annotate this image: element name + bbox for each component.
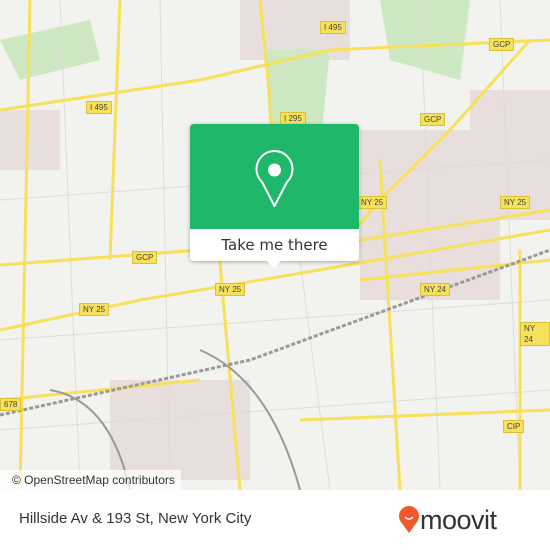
moovit-logo[interactable]: moovit — [398, 500, 497, 540]
road-label-gcp: GCP — [132, 251, 158, 264]
road-label-ny25: NY 25 — [357, 196, 388, 209]
road-label-ny25: NY 25 — [215, 283, 246, 296]
popup-pointer — [266, 260, 282, 268]
road-label-i495: I 495 — [86, 101, 112, 114]
road-label-678: 678 — [0, 398, 22, 411]
popup-header — [190, 124, 359, 229]
road-label-cip: CIP — [503, 420, 525, 433]
road-label-gcp: GCP — [489, 38, 515, 51]
map-pin-icon — [255, 150, 294, 207]
road-label-ny24: NY 24 — [420, 283, 451, 296]
moovit-wordmark: moovit — [420, 504, 497, 535]
location-popup: Take me there — [190, 124, 359, 261]
address-label: Hillside Av & 193 St, New York City — [19, 510, 252, 527]
road-label-ny25: NY 25 — [79, 303, 110, 316]
road-label-ny25: NY 25 — [500, 196, 531, 209]
map-attribution[interactable]: © OpenStreetMap contributors — [0, 470, 181, 490]
road-label-i495: I 495 — [320, 21, 346, 34]
take-me-there-button[interactable]: Take me there — [190, 229, 359, 261]
road-label-ny24: NY 24 — [520, 322, 550, 346]
moovit-pin-icon — [399, 506, 419, 533]
road-label-gcp: GCP — [420, 113, 446, 126]
